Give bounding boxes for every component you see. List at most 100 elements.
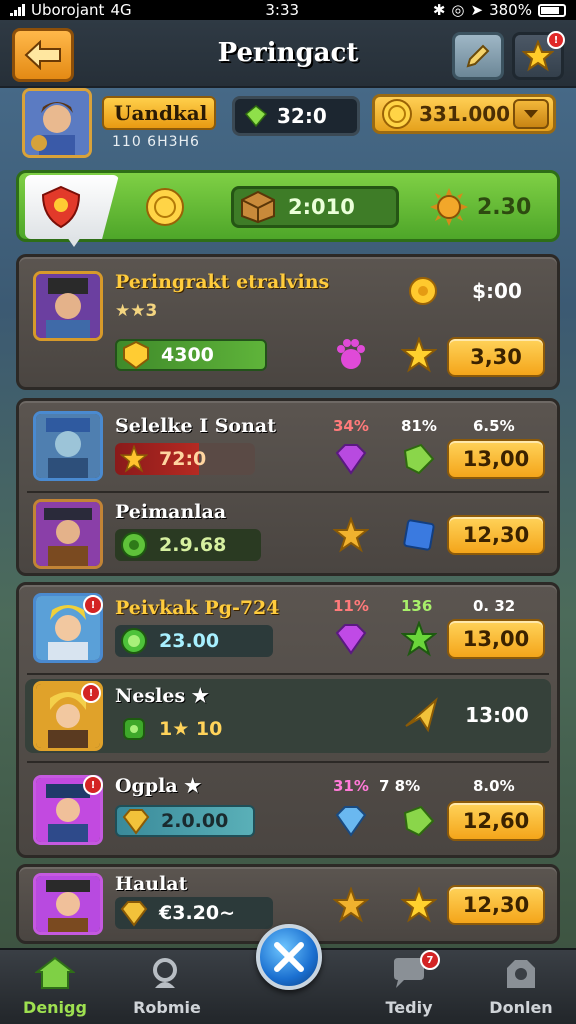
chest-icon — [241, 190, 275, 224]
home-icon — [34, 956, 76, 989]
signal-icon — [10, 4, 25, 16]
offer-name: Selelke I Sonat — [115, 415, 276, 437]
buy-button[interactable]: 12,60 — [447, 801, 545, 841]
hero-portrait-icon — [36, 502, 100, 566]
coins-value: 331.000 — [419, 102, 511, 126]
rewards-banner[interactable]: 2:010 2.30 — [16, 170, 560, 247]
alarm-icon: ◎ — [451, 1, 465, 19]
back-button[interactable] — [12, 28, 74, 82]
alert-badge: ! — [83, 775, 103, 795]
nav-home[interactable]: Denigg — [0, 956, 110, 1017]
star-icon — [331, 515, 371, 555]
paw-gem-icon — [331, 335, 371, 375]
offer-card-1: Peringrakt etralvins ★★3 4300 $:00 3,30 — [16, 254, 560, 390]
banner-chest-pill: 2:010 — [231, 186, 399, 228]
green-gem-icon — [399, 439, 439, 479]
star-icon — [331, 885, 371, 925]
profile-row: Uandkal 110 6H3H6 32:0 331.000 — [0, 88, 576, 160]
offer-bar-value: 4300 — [161, 344, 214, 366]
coins-dropdown-button[interactable] — [513, 99, 549, 129]
banner-coin — [145, 187, 193, 227]
search-icon — [153, 958, 177, 988]
offer-name: Peivkak Pg-724 — [115, 597, 280, 619]
banner-flag — [25, 175, 119, 239]
shield-icon — [41, 185, 81, 229]
carrier-label: Uborojant — [31, 1, 105, 19]
stat-2: 7 8% — [379, 777, 421, 795]
hero-avatar — [33, 271, 103, 341]
gold-gem-icon — [119, 898, 149, 928]
offer-progress-bar: €3.20~ — [115, 897, 273, 929]
purple-gem-icon — [331, 439, 371, 479]
offer-bar-value: 2.0.00 — [161, 810, 229, 832]
hero-portrait-icon — [36, 414, 100, 478]
diamond-icon — [331, 801, 371, 841]
buy-button[interactable]: 3,30 — [447, 337, 545, 377]
green-gem-icon — [245, 105, 267, 127]
hero-avatar — [33, 411, 103, 481]
nav-chat[interactable]: 7 Tediy — [354, 950, 464, 1017]
edit-button[interactable] — [452, 32, 504, 80]
coins-counter[interactable]: 331.000 — [372, 94, 556, 134]
gems-value: 32:0 — [277, 104, 327, 128]
row-divider — [27, 761, 549, 763]
offer-name: Haulat — [115, 873, 188, 895]
banner-flag-tip — [67, 237, 81, 247]
location-icon: ➤ — [470, 1, 484, 19]
offer-bar-value: 2.9.68 — [159, 534, 227, 556]
buy-button[interactable]: 12,30 — [447, 515, 545, 555]
hero-avatar — [33, 499, 103, 569]
offer-progress-bar: 2.0.00 — [115, 805, 255, 837]
clover-icon — [119, 530, 149, 560]
offer-progress-bar: 72:0 — [115, 443, 255, 475]
bluetooth-icon: ✱ — [432, 1, 446, 19]
offer-row[interactable]: ! Peivkak Pg-724 23.00 11% 136 0. 32 13,… — [19, 585, 557, 673]
offer-name: Peringrakt etralvins — [115, 271, 330, 293]
nav-search[interactable]: Robmie — [112, 956, 222, 1017]
chat-badge: 7 — [420, 950, 440, 970]
notification-badge: ! — [547, 31, 565, 49]
green-orb-icon — [119, 626, 149, 656]
offer-row[interactable]: Peringrakt etralvins ★★3 4300 $:00 3,30 — [19, 257, 557, 387]
offer-row-highlighted[interactable]: ! Nesles ★ 1★ 10 13:00 — [25, 679, 551, 753]
buy-button[interactable]: 13,00 — [447, 439, 545, 479]
offer-bar-value: €3.20~ — [159, 902, 236, 924]
hero-portrait-icon — [25, 91, 89, 155]
stat-2: 81% — [401, 417, 437, 435]
offer-name: Ogpla ★ — [115, 775, 202, 797]
pencil-icon — [466, 44, 490, 68]
offer-bar-value: 23.00 — [159, 630, 220, 652]
status-bar: Uborojant 4G 3:33 ✱ ◎ ➤ 380% — [0, 0, 576, 20]
buy-button[interactable]: 12,30 — [447, 885, 545, 925]
offer-bar-value: 72:0 — [159, 448, 207, 470]
hero-avatar — [33, 873, 103, 935]
stat-3: 8.0% — [473, 777, 515, 795]
buy-button[interactable]: 13,00 — [447, 619, 545, 659]
nav-search-label: Robmie — [133, 998, 201, 1017]
alert-badge: ! — [81, 683, 101, 703]
close-icon — [274, 942, 304, 972]
banner-sun-value: 2.30 — [477, 194, 532, 220]
stat-1: 11% — [333, 597, 369, 615]
purple-gem-icon — [331, 619, 371, 659]
clock: 3:33 — [265, 1, 300, 19]
hero-portrait-icon — [36, 274, 100, 338]
center-action-button[interactable] — [256, 924, 322, 990]
nav-bag[interactable]: Donlen — [466, 956, 576, 1017]
player-id: 110 6H3H6 — [112, 134, 200, 150]
offer-card-3: ! Peivkak Pg-724 23.00 11% 136 0. 32 13,… — [16, 582, 560, 858]
favorites-button[interactable]: ! — [512, 31, 565, 80]
page-title: Peringact — [217, 38, 359, 68]
offer-row[interactable]: Peimanlaa 2.9.68 12,30 — [19, 493, 557, 575]
gold-gem-icon — [121, 806, 151, 836]
offer-row[interactable]: ! Ogpla ★ 2.0.00 31% 7 8% 8.0% 12,60 — [19, 765, 557, 855]
gems-counter[interactable]: 32:0 — [232, 96, 360, 136]
arrow-left-icon — [24, 40, 61, 70]
player-avatar[interactable] — [22, 88, 92, 158]
network-label: 4G — [110, 1, 132, 19]
offer-progress-bar: 23.00 — [115, 625, 273, 657]
offer-row[interactable]: Selelke I Sonat 72:0 34% 81% 6.5% 13,00 — [19, 401, 557, 491]
star-icon — [399, 335, 439, 375]
offer-price-text[interactable]: 13:00 — [449, 703, 545, 727]
player-name-plate: Uandkal — [102, 96, 216, 130]
